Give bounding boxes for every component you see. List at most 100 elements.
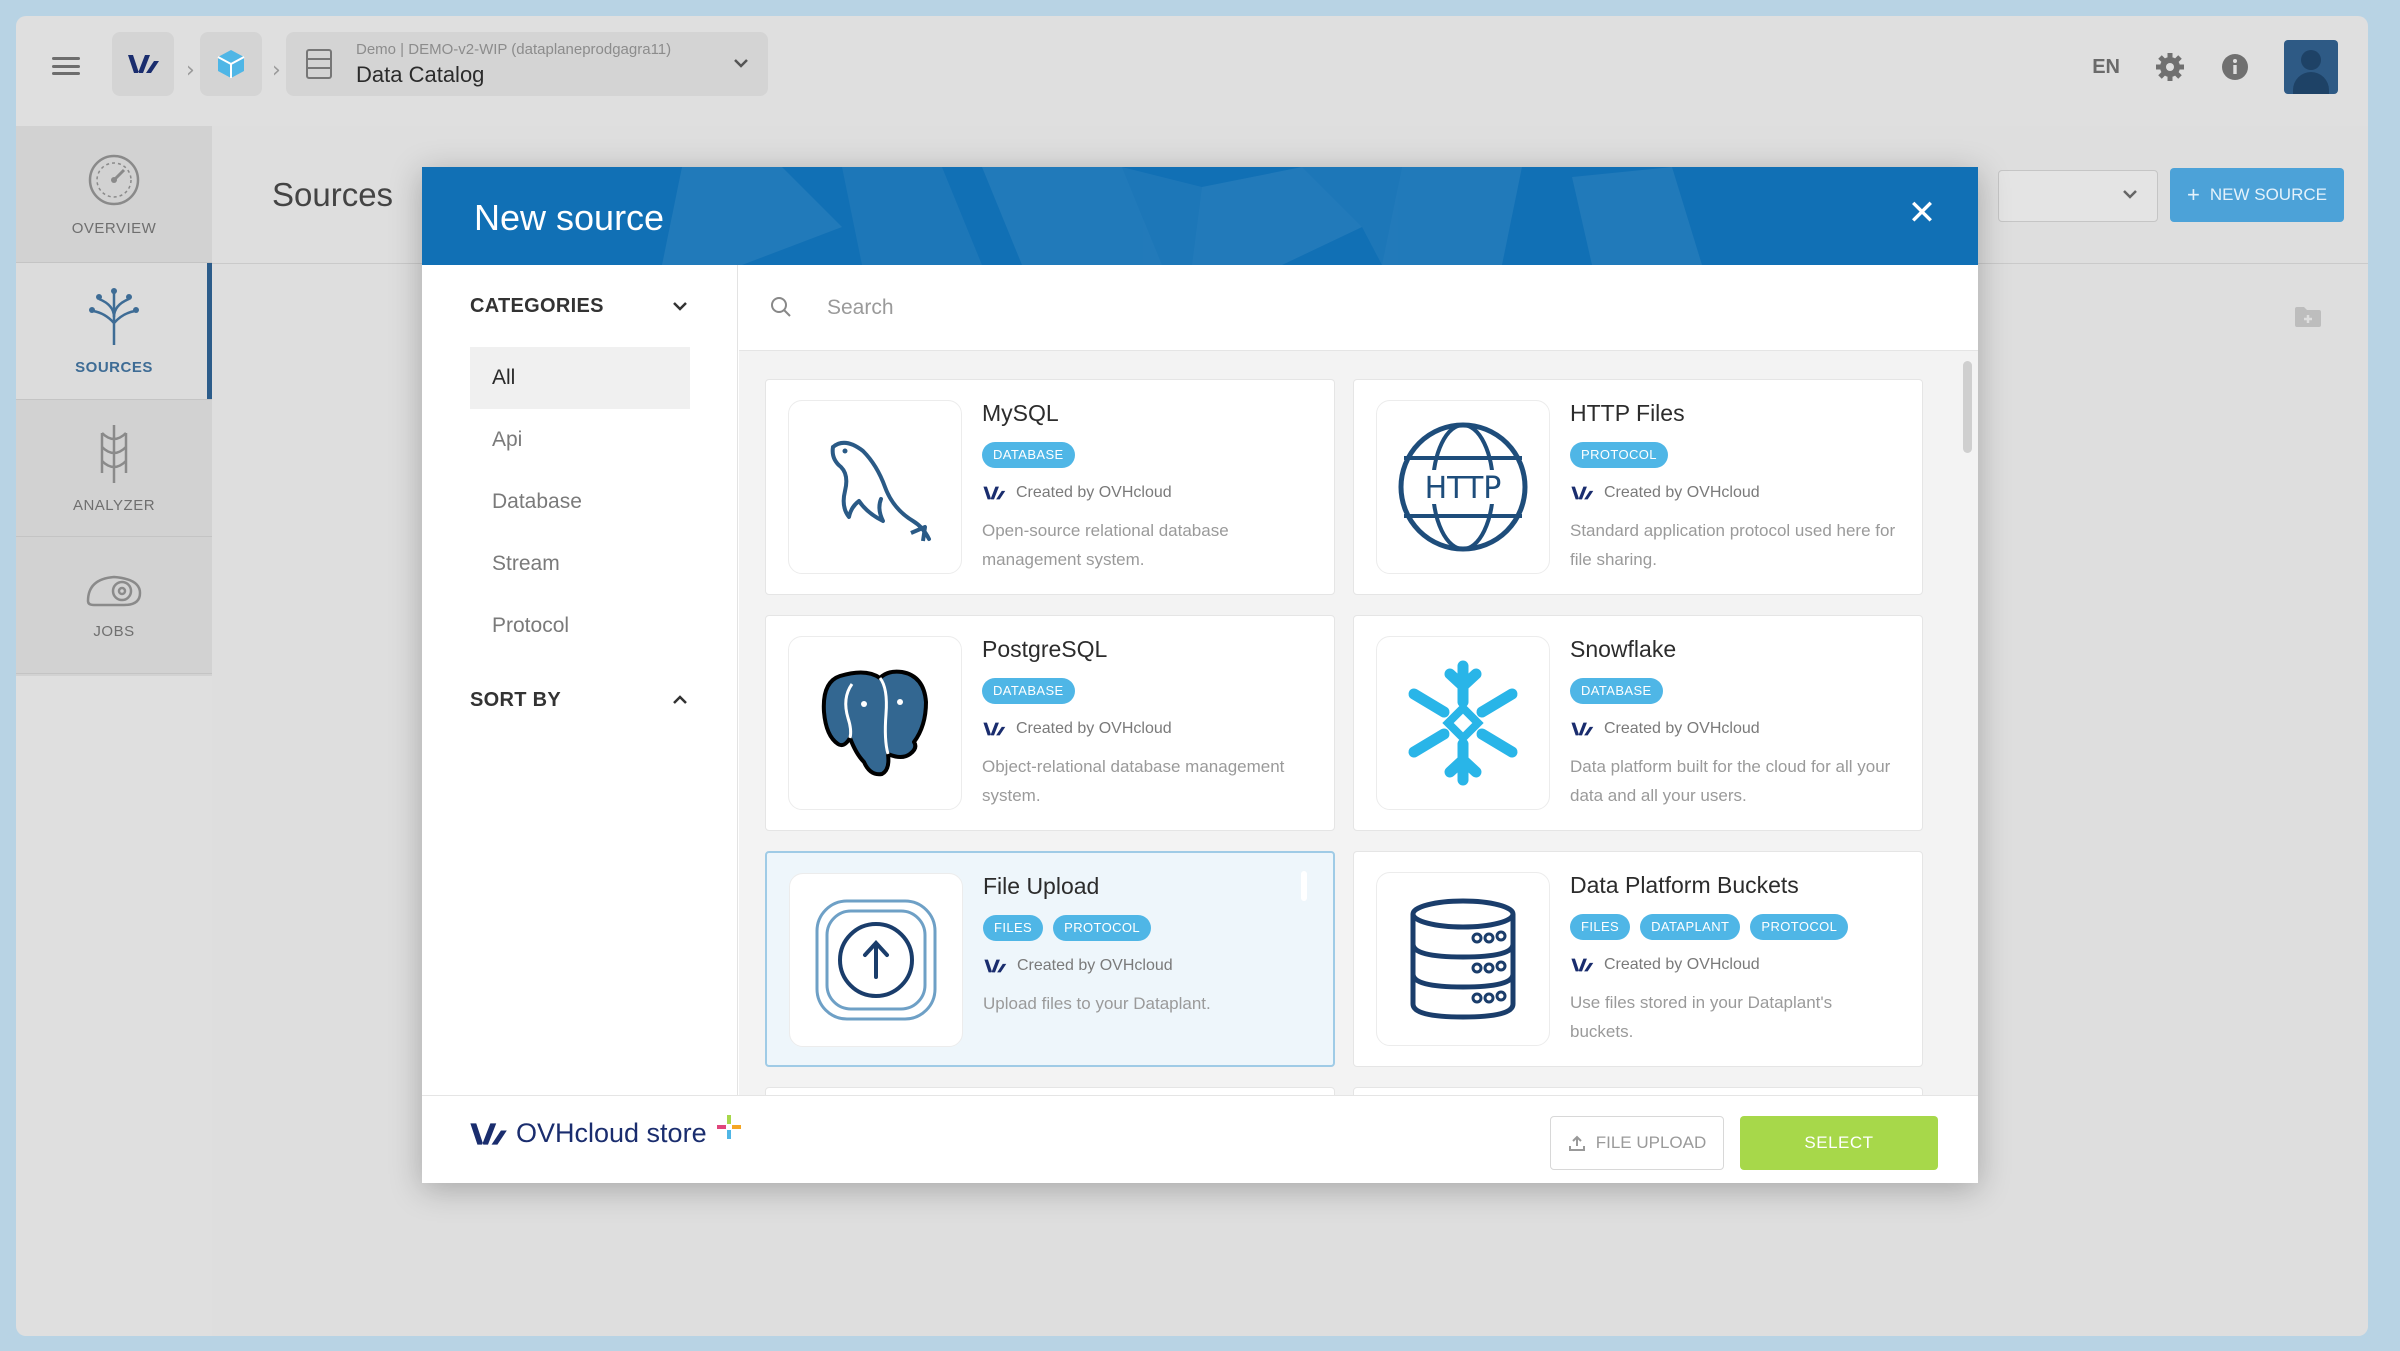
- tag-badge: PROTOCOL: [1570, 442, 1668, 468]
- close-icon[interactable]: ✕: [1902, 193, 1942, 233]
- breadcrumb-chevron-icon: ›: [186, 58, 195, 83]
- menu-icon[interactable]: [52, 52, 80, 80]
- ovh-logo-icon: [983, 486, 1006, 500]
- nav-label: SOURCES: [75, 358, 153, 376]
- sort-by-heading[interactable]: SORT BY: [470, 689, 561, 712]
- jobs-icon: [86, 575, 142, 606]
- category-list: All Api Database Stream Protocol: [470, 347, 690, 657]
- source-card-data-platform-buckets[interactable]: Data Platform Buckets FILES DATAPLANT PR…: [1353, 851, 1923, 1067]
- catalog-icon: [306, 49, 332, 79]
- source-card-snowflake[interactable]: Snowflake DATABASE Created by OVHcloud D…: [1353, 615, 1923, 831]
- creator-text: Created by OVHcloud: [1017, 957, 1173, 974]
- card-description: Upload files to your Dataplant.: [983, 994, 1211, 1013]
- card-logo: [788, 400, 962, 574]
- nav-item-analyzer[interactable]: ANALYZER: [16, 400, 212, 537]
- new-source-label: NEW SOURCE: [2209, 185, 2327, 204]
- card-creator: Created by OVHcloud: [983, 957, 1173, 975]
- card-tags: DATABASE: [982, 678, 1075, 704]
- source-card-mysql[interactable]: MySQL DATABASE Created by OVHcloud Open-…: [765, 379, 1335, 595]
- source-card-http-files[interactable]: HTTP HTTP Files PROTOCOL Created by OVHc…: [1353, 379, 1923, 595]
- avatar[interactable]: [2284, 40, 2338, 94]
- chevron-down-icon[interactable]: [671, 297, 689, 315]
- analyzer-icon: [100, 424, 128, 483]
- category-item-api[interactable]: Api: [470, 409, 690, 471]
- card-logo: [1376, 872, 1550, 1046]
- ovh-logo-icon: [983, 722, 1006, 736]
- language-switch[interactable]: EN: [2092, 56, 2120, 79]
- card-tags: DATABASE: [1570, 678, 1663, 704]
- postgresql-elephant-icon: [821, 669, 928, 777]
- card-logo: HTTP: [1376, 400, 1550, 574]
- breadcrumb-catalog[interactable]: Demo | DEMO-v2-WIP (dataplaneprodgagra11…: [286, 32, 768, 96]
- card-tags: DATABASE: [982, 442, 1075, 468]
- add-folder-icon[interactable]: [2294, 306, 2322, 328]
- source-card-postgresql[interactable]: PostgreSQL DATABASE Created by OVHcloud …: [765, 615, 1335, 831]
- card-creator: Created by OVHcloud: [1570, 956, 1760, 974]
- chevron-up-icon[interactable]: [671, 691, 689, 709]
- nav-label: JOBS: [93, 622, 135, 640]
- card-creator: Created by OVHcloud: [1570, 484, 1760, 502]
- card-title: Data Platform Buckets: [1570, 872, 1799, 898]
- chevron-down-icon[interactable]: [732, 54, 750, 72]
- sparkle-icon: [716, 1114, 741, 1139]
- card-title: MySQL: [982, 400, 1059, 426]
- category-item-all[interactable]: All: [470, 347, 690, 409]
- category-item-protocol[interactable]: Protocol: [470, 595, 690, 657]
- breadcrumb-home[interactable]: [112, 32, 174, 96]
- card-tags: FILES DATAPLANT PROTOCOL: [1570, 914, 1849, 940]
- category-item-stream[interactable]: Stream: [470, 533, 690, 595]
- nav-item-sources[interactable]: SOURCES: [16, 263, 212, 400]
- search-input[interactable]: [827, 287, 1527, 329]
- source-card-file-upload[interactable]: File Upload FILES PROTOCOL Created by OV…: [765, 851, 1335, 1067]
- category-item-database[interactable]: Database: [470, 471, 690, 533]
- search-icon: [771, 297, 791, 317]
- breadcrumb-title: Data Catalog: [356, 61, 485, 87]
- card-title: File Upload: [983, 873, 1100, 899]
- nav-item-overview[interactable]: OVERVIEW: [16, 126, 212, 263]
- info-icon[interactable]: [2220, 52, 2250, 82]
- ovh-logo-icon: [470, 1122, 507, 1145]
- card-description: Standard application protocol used here …: [1570, 521, 1896, 569]
- card-description: Data platform built for the cloud for al…: [1570, 757, 1891, 805]
- speedometer-icon: [88, 154, 140, 205]
- select-button[interactable]: SELECT: [1740, 1116, 1938, 1170]
- tag-badge: DATABASE: [982, 442, 1075, 468]
- tag-badge: DATABASE: [1570, 678, 1663, 704]
- gear-icon[interactable]: [2154, 51, 2186, 83]
- breadcrumb-project[interactable]: [200, 32, 262, 96]
- new-source-button[interactable]: + NEW SOURCE: [2170, 168, 2344, 222]
- store-label: OVHcloud store: [516, 1118, 707, 1148]
- ovh-logo-icon: [1571, 722, 1594, 736]
- card-logo: [789, 873, 963, 1047]
- card-title: PostgreSQL: [982, 636, 1108, 662]
- mysql-dolphin-icon: [830, 440, 931, 542]
- upload-icon: [1568, 1135, 1585, 1151]
- creator-text: Created by OVHcloud: [1604, 956, 1760, 973]
- card-description: Open-source relational database manageme…: [982, 521, 1229, 569]
- source-card-partial[interactable]: [765, 1087, 1335, 1095]
- source-grid: MySQL DATABASE Created by OVHcloud Open-…: [739, 351, 1978, 1095]
- search-row: [739, 265, 1978, 351]
- page-filter-select[interactable]: [1998, 170, 2158, 222]
- categories-heading[interactable]: CATEGORIES: [470, 295, 604, 318]
- source-card-partial[interactable]: [1353, 1087, 1923, 1095]
- ovhcloud-store-logo: OVHcloud store: [468, 1114, 743, 1149]
- page-title: Sources: [272, 176, 394, 213]
- file-upload-label: FILE UPLOAD: [1595, 1133, 1707, 1152]
- upload-icon: [815, 899, 937, 1021]
- filter-sidebar: CATEGORIES All Api Database Stream Proto…: [422, 265, 738, 1095]
- file-upload-button[interactable]: FILE UPLOAD: [1550, 1116, 1724, 1170]
- card-creator: Created by OVHcloud: [982, 720, 1172, 738]
- card-title: Snowflake: [1570, 636, 1677, 662]
- modal-footer: OVHcloud store FILE UPLOAD SELECT: [422, 1095, 1978, 1183]
- side-navigation: OVERVIEW SOURCES ANALYZER JOBS: [16, 126, 212, 676]
- breadcrumb-chevron-icon: ›: [272, 58, 281, 83]
- snowflake-icon: [1408, 660, 1518, 786]
- tag-badge: DATAPLANT: [1640, 914, 1741, 940]
- scrollbar[interactable]: [1963, 361, 1972, 453]
- database-icon: [1410, 898, 1516, 1020]
- card-creator: Created by OVHcloud: [1570, 720, 1760, 738]
- chevron-down-icon: [2123, 190, 2137, 199]
- nav-item-jobs[interactable]: JOBS: [16, 537, 212, 674]
- svg-text:HTTP: HTTP: [1425, 471, 1502, 506]
